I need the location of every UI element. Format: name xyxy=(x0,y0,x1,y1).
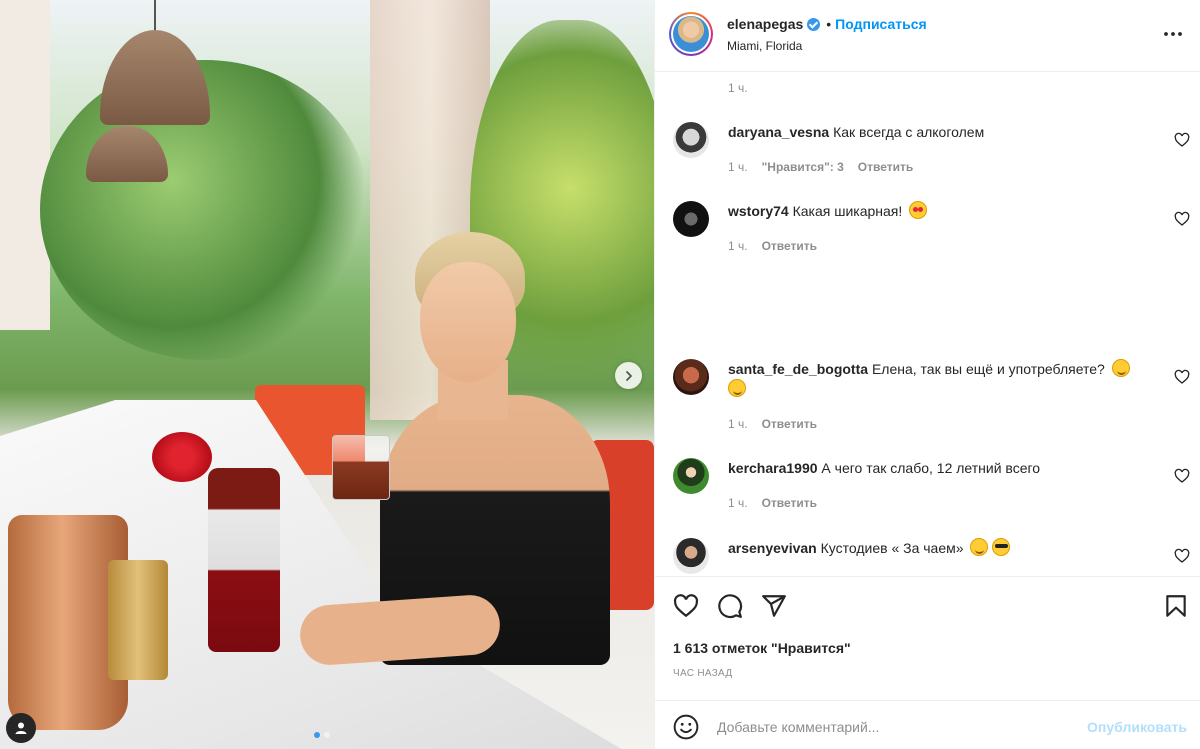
more-options-button[interactable] xyxy=(1161,22,1185,46)
likes-count[interactable]: 1 613 отметок "Нравится" xyxy=(673,640,851,656)
comment-text: Какая шикарная! xyxy=(792,203,903,219)
photo-lamp xyxy=(100,30,210,125)
add-comment-bar: Опубликовать xyxy=(655,700,1200,749)
heart-eyes-emoji-icon xyxy=(909,201,928,219)
commenter-avatar[interactable] xyxy=(673,122,709,158)
commenter-avatar[interactable] xyxy=(673,359,709,395)
comment-likes-count[interactable]: "Нравится": 3 xyxy=(762,160,844,174)
post-panel: elenapegas • Подписаться Miami, Florida … xyxy=(654,0,1200,749)
comment-text: Елена, так вы ещё и употребляете? xyxy=(871,361,1105,377)
verified-badge-icon xyxy=(807,17,821,31)
comment-username[interactable]: wstory74 xyxy=(728,203,789,219)
post-timestamp[interactable]: ЧАС НАЗАД xyxy=(673,668,732,679)
comment-reply-button[interactable]: Ответить xyxy=(858,160,913,174)
sunglasses-emoji-icon xyxy=(992,538,1011,556)
comments-list[interactable]: 1 ч. daryana_vesna Как всегда с алкоголе… xyxy=(655,72,1200,576)
photo-woman-face xyxy=(420,262,516,382)
speech-bubble-icon[interactable] xyxy=(717,593,743,619)
comment-reply-button[interactable]: Ответить xyxy=(762,496,817,510)
photo-lamp-cord xyxy=(154,0,156,32)
heart-outline-icon[interactable] xyxy=(1174,468,1190,484)
more-horizontal-icon xyxy=(1164,32,1182,36)
photo-straw-cup xyxy=(108,560,168,680)
commenter-avatar[interactable] xyxy=(673,458,709,494)
photo-glass xyxy=(332,435,390,500)
comment-time: 1 ч. xyxy=(728,239,748,253)
heart-outline-icon[interactable] xyxy=(1174,211,1190,227)
header-user-line: elenapegas • Подписаться xyxy=(727,16,927,32)
carousel-dots xyxy=(314,732,330,738)
sweat-smile-emoji-icon xyxy=(728,379,746,397)
heart-outline-icon[interactable] xyxy=(1174,548,1190,564)
heart-outline-icon[interactable] xyxy=(673,593,699,619)
caption-time: 1 ч. xyxy=(728,81,748,95)
comment-username[interactable]: kerchara1990 xyxy=(728,460,818,476)
paper-plane-icon[interactable] xyxy=(761,593,787,619)
photo-bottle xyxy=(208,468,280,652)
follow-button[interactable]: Подписаться xyxy=(835,16,927,32)
user-tag-icon xyxy=(15,722,27,734)
commenter-avatar[interactable] xyxy=(673,201,709,237)
carousel-dot xyxy=(324,732,330,738)
user-tags-button[interactable] xyxy=(6,713,36,743)
publish-button[interactable]: Опубликовать xyxy=(1087,719,1187,735)
comment-reply-button[interactable]: Ответить xyxy=(762,239,817,253)
comment-time: 1 ч. xyxy=(728,160,748,174)
comment-text: А чего так слабо, 12 летний всего xyxy=(821,460,1041,476)
commenter-avatar[interactable] xyxy=(673,538,709,574)
photo-wall xyxy=(0,0,50,330)
author-avatar[interactable] xyxy=(669,12,713,56)
comment-username[interactable]: santa_fe_de_bogotta xyxy=(728,361,868,377)
header-separator: • xyxy=(826,16,832,32)
author-username[interactable]: elenapegas xyxy=(727,16,803,32)
comment-text: Как всегда с алкоголем xyxy=(833,124,985,140)
comment-username[interactable]: daryana_vesna xyxy=(728,124,829,140)
comment-time: 1 ч. xyxy=(728,496,748,510)
comment-text: Кустодиев « За чаем» xyxy=(820,540,964,556)
chevron-right-icon xyxy=(625,370,632,381)
joy-emoji-icon xyxy=(970,538,989,556)
comment-input[interactable] xyxy=(717,715,1077,739)
heart-outline-icon[interactable] xyxy=(1174,369,1190,385)
carousel-next-button[interactable] xyxy=(615,362,642,389)
heart-outline-icon[interactable] xyxy=(1174,132,1190,148)
carousel-dot-active xyxy=(314,732,320,738)
smiling-emoji-icon xyxy=(1111,359,1130,377)
post-photo[interactable] xyxy=(0,0,654,749)
post-header: elenapegas • Подписаться Miami, Florida xyxy=(655,0,1200,72)
comment-time: 1 ч. xyxy=(728,417,748,431)
smiley-icon[interactable] xyxy=(673,714,699,740)
photo-flowers xyxy=(152,432,212,482)
comment-reply-button[interactable]: Ответить xyxy=(762,417,817,431)
post-location[interactable]: Miami, Florida xyxy=(727,39,802,53)
comment-username[interactable]: arsenyevivan xyxy=(728,540,817,556)
bookmark-icon[interactable] xyxy=(1163,593,1189,619)
post-actions: 1 613 отметок "Нравится" ЧАС НАЗАД xyxy=(655,576,1200,700)
